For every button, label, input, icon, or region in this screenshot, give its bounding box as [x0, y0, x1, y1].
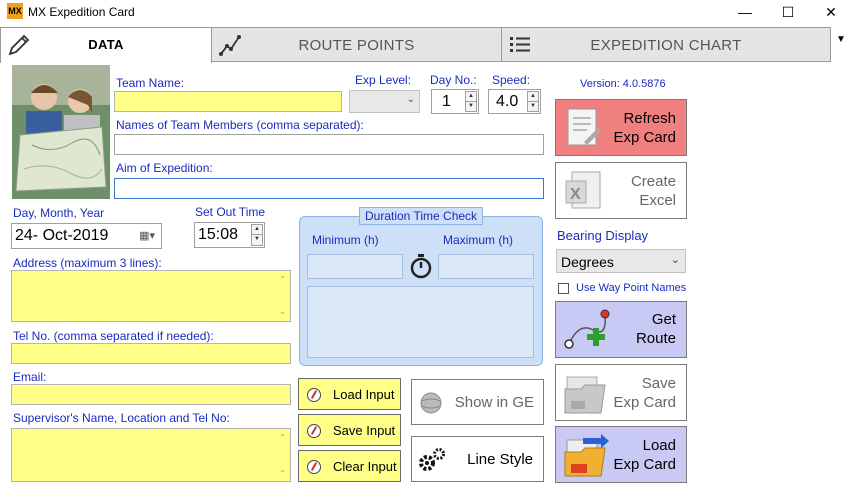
create-excel-button[interactable]: X Create Excel: [555, 162, 687, 219]
get-route-label-2: Route: [635, 330, 676, 347]
save-input-label: Save Input: [333, 423, 396, 438]
members-label: Names of Team Members (comma separated):: [116, 118, 364, 132]
refresh-label-2: Exp Card: [613, 129, 676, 146]
duration-min-label: Minimum (h): [312, 233, 379, 247]
day-no-stepper[interactable]: 1 ▲ ▼: [431, 89, 479, 114]
exp-level-select[interactable]: ⌄: [349, 90, 420, 113]
chevron-down-icon: ⌄: [406, 94, 415, 105]
aim-label: Aim of Expedition:: [116, 161, 213, 175]
window-title: MX Expedition Card: [28, 5, 135, 19]
team-name-label: Team Name:: [116, 76, 185, 90]
speed-stepper[interactable]: 4.0 ▲ ▼: [488, 89, 541, 114]
day-no-value: 1: [442, 93, 451, 110]
use-waypoint-names-label: Use Way Point Names: [576, 282, 687, 294]
setout-stepper[interactable]: 15:08 ▲ ▼: [194, 222, 265, 248]
address-scrollbar[interactable]: ⌃ ⌄: [276, 272, 289, 320]
speed-label: Speed:: [492, 73, 531, 87]
speed-spin[interactable]: ▲ ▼: [527, 91, 539, 112]
create-excel-label-2: Excel: [639, 192, 676, 209]
tab-expedition-chart-label: EXPEDITION CHART: [590, 37, 742, 54]
date-label: Day, Month, Year: [13, 206, 105, 220]
supervisor-label: Supervisor's Name, Location and Tel No:: [13, 411, 230, 425]
app-icon: MX: [7, 3, 23, 19]
line-style-label: Line Style: [467, 451, 533, 468]
tab-overflow-dropdown[interactable]: ▼: [832, 34, 850, 52]
address-label: Address (maximum 3 lines):: [13, 256, 162, 270]
gears-icon: [419, 448, 445, 471]
email-input[interactable]: [11, 384, 291, 405]
compass-icon: [307, 388, 321, 402]
maximize-button[interactable]: ☐: [773, 2, 803, 22]
compass-icon: [307, 424, 321, 438]
members-input[interactable]: [114, 134, 544, 155]
use-waypoint-names-checkbox[interactable]: [558, 283, 569, 294]
tel-input[interactable]: [11, 343, 291, 364]
save-exp-card-button[interactable]: Save Exp Card: [555, 364, 687, 421]
bearing-display-select[interactable]: Degrees ⌄: [556, 249, 686, 273]
get-route-button[interactable]: Get Route: [555, 301, 687, 358]
clear-input-button[interactable]: Clear Input: [298, 450, 401, 482]
save-exp-card-label-1: Save: [641, 375, 676, 392]
address-textarea[interactable]: [11, 270, 291, 322]
calendar-icon[interactable]: ▦▾: [139, 229, 155, 242]
svg-text:X: X: [570, 186, 581, 203]
route-add-icon: [564, 309, 610, 349]
refresh-label-1: Refresh: [623, 110, 676, 127]
minimize-button[interactable]: —: [730, 2, 760, 22]
bearing-display-label: Bearing Display: [557, 228, 649, 243]
duration-result-area: [307, 286, 534, 358]
close-button[interactable]: ✕: [816, 2, 846, 22]
setout-spin[interactable]: ▲ ▼: [251, 224, 263, 246]
setout-label: Set Out Time: [195, 205, 266, 219]
supervisor-textarea[interactable]: [11, 428, 291, 482]
save-exp-card-label-2: Exp Card: [613, 394, 676, 411]
supervisor-scrollbar[interactable]: ⌃ ⌄: [276, 430, 289, 480]
load-folder-icon: [564, 434, 609, 477]
show-in-ge-button[interactable]: Show in GE: [411, 379, 544, 425]
bearing-display-value: Degrees: [561, 254, 614, 270]
version-label: Version: 4.0.5876: [580, 78, 666, 90]
setout-value: 15:08: [198, 226, 239, 243]
create-excel-label-1: Create: [630, 173, 676, 190]
stopwatch-icon: [410, 254, 432, 279]
tab-route-points-label: ROUTE POINTS: [298, 37, 415, 54]
chevron-down-icon: ⌄: [670, 254, 680, 266]
tab-expedition-chart[interactable]: EXPEDITION CHART: [501, 27, 831, 62]
load-input-button[interactable]: Load Input: [298, 378, 401, 410]
compass-icon: [307, 460, 321, 474]
load-exp-card-label-1: Load: [642, 437, 676, 454]
document-icon: [567, 108, 601, 146]
expedition-photo: [12, 65, 110, 199]
duration-max-field: [438, 254, 534, 279]
load-exp-card-button[interactable]: Load Exp Card: [555, 426, 687, 483]
load-exp-card-label-2: Exp Card: [613, 456, 676, 473]
excel-icon: X: [565, 171, 601, 209]
exp-level-label: Exp Level:: [355, 73, 412, 87]
date-value: 24- Oct-2019: [15, 227, 109, 244]
duration-legend: Duration Time Check: [359, 207, 484, 225]
email-label: Email:: [13, 370, 47, 384]
line-style-button[interactable]: Line Style: [411, 436, 544, 482]
duration-max-label: Maximum (h): [443, 233, 514, 247]
save-folder-icon: [564, 376, 606, 414]
speed-value: 4.0: [496, 93, 519, 110]
refresh-exp-card-button[interactable]: Refresh Exp Card: [555, 99, 687, 156]
clear-input-label: Clear Input: [333, 459, 397, 474]
globe-icon: [420, 392, 442, 414]
show-in-ge-label: Show in GE: [454, 394, 534, 411]
tab-data-label: DATA: [88, 37, 124, 52]
day-no-spin[interactable]: ▲ ▼: [465, 91, 477, 112]
aim-input[interactable]: [114, 178, 544, 199]
duration-min-field: [307, 254, 403, 279]
save-input-button[interactable]: Save Input: [298, 414, 401, 446]
day-no-label: Day No.:: [430, 73, 477, 87]
tab-route-points[interactable]: ROUTE POINTS: [211, 27, 502, 62]
get-route-label-1: Get: [651, 311, 676, 328]
team-name-input[interactable]: [114, 91, 342, 112]
date-picker[interactable]: 24- Oct-2019 ▦▾: [11, 223, 162, 249]
tab-data[interactable]: DATA: [0, 27, 212, 63]
tel-label: Tel No. (comma separated if needed):: [13, 329, 214, 343]
load-input-label: Load Input: [333, 387, 395, 402]
